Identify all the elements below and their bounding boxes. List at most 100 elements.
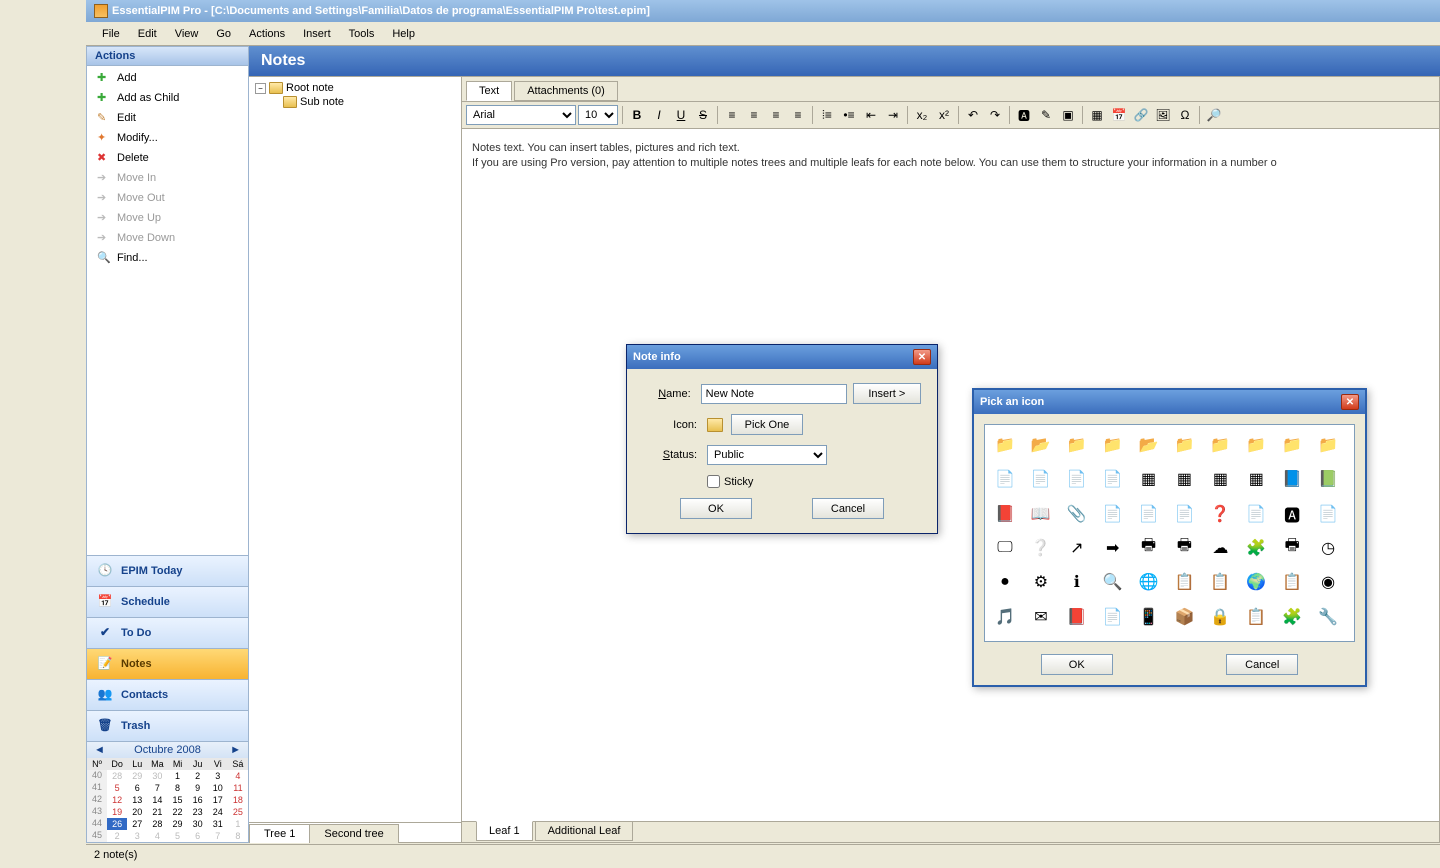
nav-notes[interactable]: 📝Notes (87, 648, 248, 679)
picker-icon[interactable]: ◉ (1316, 570, 1340, 594)
picker-icon[interactable]: ❓ (1208, 502, 1232, 526)
picker-icon[interactable]: 📄 (1244, 502, 1268, 526)
picker-icon[interactable]: ↗ (1065, 536, 1089, 560)
picker-icon[interactable]: ➡ (1101, 536, 1125, 560)
picker-icon[interactable]: 📕 (993, 502, 1017, 526)
picker-icon[interactable]: 🖶 (1137, 536, 1161, 560)
tree-tab-1[interactable]: Tree 1 (249, 824, 310, 843)
cal-day[interactable]: 9 (188, 782, 208, 794)
cancel-button[interactable]: Cancel (812, 498, 884, 519)
picker-icon[interactable]: 📁 (1244, 433, 1268, 457)
cal-day[interactable]: 6 (127, 782, 147, 794)
tab-attachments[interactable]: Attachments (0) (514, 81, 618, 101)
picker-ok-button[interactable]: OK (1041, 654, 1113, 675)
tree-root-node[interactable]: − Root note (255, 81, 455, 95)
picker-icon[interactable]: 📋 (1208, 570, 1232, 594)
cal-day[interactable]: 11 (228, 782, 248, 794)
font-size-select[interactable]: 10 (578, 105, 618, 125)
picker-icon[interactable]: 📄 (993, 467, 1017, 491)
menu-file[interactable]: File (94, 25, 128, 43)
menu-insert[interactable]: Insert (295, 25, 339, 43)
outdent-button[interactable]: ⇤ (861, 105, 881, 125)
picker-icon[interactable]: 📄 (1172, 502, 1196, 526)
cal-next-icon[interactable]: ► (227, 744, 244, 756)
tree-tab-2[interactable]: Second tree (309, 824, 398, 843)
cal-day[interactable]: 31 (208, 818, 228, 830)
picker-icon[interactable]: 🔍 (1101, 570, 1125, 594)
menu-go[interactable]: Go (208, 25, 239, 43)
cal-day[interactable]: 5 (107, 782, 127, 794)
bg-color-button[interactable]: ▣ (1058, 105, 1078, 125)
cal-day[interactable]: 5 (168, 830, 188, 842)
picker-icon[interactable]: 📋 (1244, 605, 1268, 629)
cal-day[interactable]: 6 (188, 830, 208, 842)
list-num-button[interactable]: ⦙≡ (817, 105, 837, 125)
nav-schedule[interactable]: 📅Schedule (87, 586, 248, 617)
action-edit[interactable]: Edit (87, 108, 248, 128)
cal-day[interactable]: 28 (147, 818, 167, 830)
picker-icon[interactable]: 🖶 (1172, 536, 1196, 560)
name-input[interactable] (701, 384, 847, 404)
picker-icon[interactable]: 📁 (1065, 433, 1089, 457)
cal-day[interactable]: 29 (168, 818, 188, 830)
cal-day[interactable]: 24 (208, 806, 228, 818)
cal-day[interactable]: 7 (208, 830, 228, 842)
picker-icon[interactable]: 📁 (1172, 433, 1196, 457)
nav-trash[interactable]: 🗑Trash (87, 710, 248, 741)
align-left-button[interactable]: ≡ (722, 105, 742, 125)
nav-contacts[interactable]: 👥Contacts (87, 679, 248, 710)
picker-icon[interactable]: 📄 (1065, 467, 1089, 491)
highlight-button[interactable]: ✎ (1036, 105, 1056, 125)
picker-icon[interactable]: 📄 (1029, 467, 1053, 491)
cal-day[interactable]: 2 (107, 830, 127, 842)
close-icon[interactable]: ✕ (1341, 394, 1359, 410)
align-right-button[interactable]: ≡ (766, 105, 786, 125)
align-justify-button[interactable]: ≡ (788, 105, 808, 125)
nav-epim-today[interactable]: 🕓EPIM Today (87, 555, 248, 586)
picker-icon[interactable]: 📋 (1280, 570, 1304, 594)
picker-icon[interactable]: 📄 (1101, 502, 1125, 526)
picker-icon[interactable]: 📁 (1316, 433, 1340, 457)
insert-date-button[interactable]: 📅 (1109, 105, 1129, 125)
cal-day[interactable]: 10 (208, 782, 228, 794)
cal-day[interactable]: 30 (147, 770, 167, 782)
underline-button[interactable]: U (671, 105, 691, 125)
tab-text[interactable]: Text (466, 81, 512, 101)
dialog-titlebar[interactable]: Note info ✕ (627, 345, 937, 369)
cal-day[interactable]: 3 (127, 830, 147, 842)
insert-link-button[interactable]: 🔗 (1131, 105, 1151, 125)
align-center-button[interactable]: ≡ (744, 105, 764, 125)
cal-day[interactable]: 3 (208, 770, 228, 782)
menu-tools[interactable]: Tools (341, 25, 383, 43)
cal-day[interactable]: 22 (168, 806, 188, 818)
picker-icon[interactable]: 🧩 (1244, 536, 1268, 560)
cal-prev-icon[interactable]: ◄ (91, 744, 108, 756)
cal-day[interactable]: 8 (228, 830, 248, 842)
leaf-tab-2[interactable]: Additional Leaf (535, 821, 634, 841)
picker-titlebar[interactable]: Pick an icon ✕ (974, 390, 1365, 414)
picker-icon[interactable]: 📄 (1101, 467, 1125, 491)
list-bullet-button[interactable]: •≡ (839, 105, 859, 125)
tree-child-node[interactable]: Sub note (283, 95, 455, 109)
cal-day[interactable]: 40 (87, 770, 107, 782)
italic-button[interactable]: I (649, 105, 669, 125)
cal-day[interactable]: 43 (87, 806, 107, 818)
menu-edit[interactable]: Edit (130, 25, 165, 43)
action-delete[interactable]: Delete (87, 148, 248, 168)
picker-icon[interactable]: 📎 (1065, 502, 1089, 526)
picker-icon[interactable]: 📦 (1172, 605, 1196, 629)
picker-cancel-button[interactable]: Cancel (1226, 654, 1298, 675)
cal-day[interactable]: 29 (127, 770, 147, 782)
picker-icon[interactable]: ⚙ (1029, 570, 1053, 594)
action-find-[interactable]: Find... (87, 248, 248, 268)
redo-button[interactable]: ↷ (985, 105, 1005, 125)
picker-icon[interactable]: 🖵 (993, 536, 1017, 560)
picker-icon[interactable]: 📄 (1316, 502, 1340, 526)
picker-icon[interactable]: 📗 (1316, 467, 1340, 491)
symbol-button[interactable]: Ω (1175, 105, 1195, 125)
picker-icon[interactable]: 📂 (1137, 433, 1161, 457)
cal-day[interactable]: 17 (208, 794, 228, 806)
picker-icon[interactable]: ❔ (1029, 536, 1053, 560)
picker-icon[interactable]: 🖶 (1280, 536, 1304, 560)
table-button[interactable]: ▦ (1087, 105, 1107, 125)
